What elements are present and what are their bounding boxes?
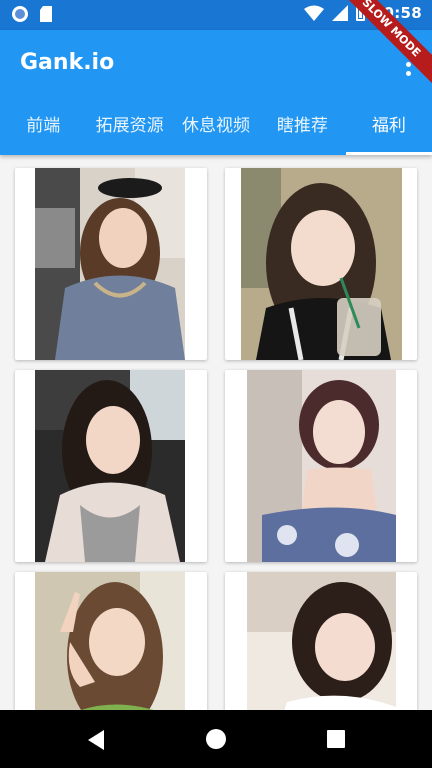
tab-bar: 前端 拓展资源 休息视频 瞎推荐 福利 bbox=[0, 106, 432, 155]
photo-3 bbox=[35, 370, 185, 562]
photo-card-3[interactable] bbox=[15, 370, 207, 562]
photo-2 bbox=[241, 168, 402, 360]
photo-6 bbox=[247, 572, 396, 710]
photo-card-4[interactable] bbox=[225, 370, 417, 562]
sync-circle-icon bbox=[12, 6, 28, 22]
photo-card-2[interactable] bbox=[225, 168, 417, 360]
home-icon[interactable] bbox=[206, 729, 226, 749]
photo-card-1[interactable] bbox=[15, 168, 207, 360]
status-left bbox=[12, 6, 52, 22]
sd-card-icon bbox=[40, 6, 52, 22]
photo-grid bbox=[0, 155, 432, 710]
tab-rest-videos[interactable]: 休息视频 bbox=[173, 106, 259, 155]
photo-card-6[interactable] bbox=[225, 572, 417, 710]
tab-frontend[interactable]: 前端 bbox=[0, 106, 86, 155]
photo-1 bbox=[35, 168, 185, 360]
app-bar: Gank.io 前端 拓展资源 休息视频 瞎推荐 福利 bbox=[0, 30, 432, 155]
photo-card-5[interactable] bbox=[15, 572, 207, 710]
nav-bar bbox=[0, 710, 432, 768]
app-title: Gank.io bbox=[20, 50, 115, 75]
recents-icon[interactable] bbox=[327, 730, 345, 748]
screen: 10:58 SLOW MODE Gank.io 前端 拓展资源 休息视频 瞎推荐… bbox=[0, 0, 432, 768]
photo-4 bbox=[247, 370, 396, 562]
wifi-icon bbox=[303, 5, 324, 21]
back-icon[interactable] bbox=[88, 730, 104, 750]
tab-random-recommend[interactable]: 瞎推荐 bbox=[259, 106, 345, 155]
signal-icon bbox=[331, 5, 348, 21]
photo-5 bbox=[35, 572, 185, 710]
tab-extended-resources[interactable]: 拓展资源 bbox=[86, 106, 172, 155]
tab-welfare[interactable]: 福利 bbox=[345, 106, 432, 155]
